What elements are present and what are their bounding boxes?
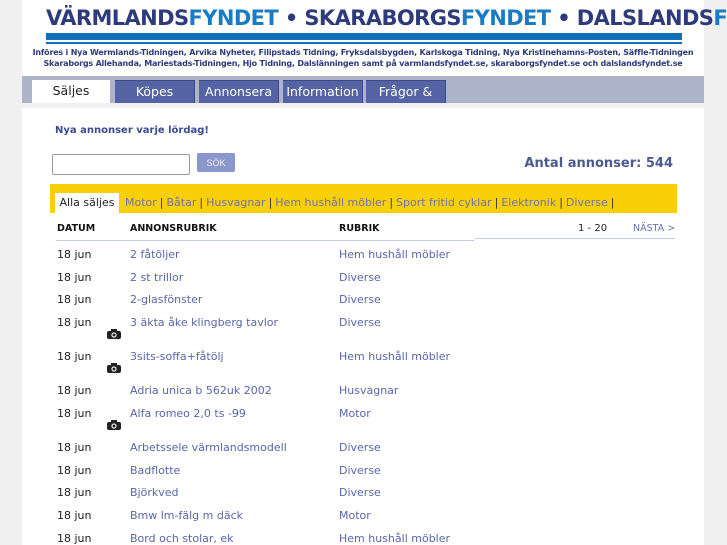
- row-date: 18 jun: [57, 293, 92, 307]
- ad-count: Antal annonser: 544: [524, 156, 673, 171]
- row-category-link[interactable]: Diverse: [339, 464, 381, 477]
- tab-kopes[interactable]: Köpes: [115, 80, 195, 103]
- row-category-link[interactable]: Diverse: [339, 441, 381, 454]
- header-datum: DATUM: [57, 223, 96, 234]
- logo-bar: [46, 33, 682, 40]
- separator: |: [494, 196, 499, 209]
- logo[interactable]: VÄRMLANDSFYNDET • SKARABORGSFYNDET • DAL…: [46, 6, 727, 30]
- camera-icon: [107, 363, 121, 374]
- row-title-link[interactable]: 2-glasfönster: [130, 293, 202, 306]
- divider: [56, 240, 474, 241]
- row-title-link[interactable]: Badflotte: [130, 464, 180, 477]
- next-page-link[interactable]: NÄSTA >: [633, 223, 675, 234]
- row-category-link[interactable]: Husvagnar: [339, 384, 398, 397]
- separator: |: [559, 196, 563, 209]
- tab-saljes[interactable]: Säljes: [32, 80, 110, 103]
- camera-icon: [107, 329, 121, 340]
- row-title-link[interactable]: Adria unica b 562uk 2002: [130, 384, 272, 397]
- row-category-link[interactable]: Hem hushåll möbler: [339, 350, 450, 363]
- category-link[interactable]: Motor: [125, 196, 157, 209]
- row-category-link[interactable]: Hem hushåll möbler: [339, 532, 450, 545]
- separator: |: [159, 196, 164, 209]
- main-tabs: Säljes Köpes Annonsera Information Frågo…: [22, 76, 704, 121]
- page: VÄRMLANDSFYNDET • SKARABORGSFYNDET • DAL…: [22, 0, 727, 545]
- publications-line-1: Införes i Nya Wermlands-Tidningen, Arvik…: [32, 48, 694, 57]
- separator: |: [268, 196, 273, 209]
- row-date: 18 jun: [57, 384, 92, 398]
- row-date: 18 jun: [57, 316, 92, 330]
- row-date: 18 jun: [57, 270, 92, 284]
- row-title-link[interactable]: 2 fåtöljer: [130, 248, 180, 261]
- row-date: 18 jun: [57, 463, 92, 477]
- category-link[interactable]: Elektronik: [501, 196, 556, 209]
- header-annonsrubrik: ANNONSRUBRIK: [130, 223, 217, 234]
- row-title-link[interactable]: Björkved: [130, 486, 179, 499]
- row-category-link[interactable]: Motor: [339, 407, 371, 420]
- row-category-link[interactable]: Diverse: [339, 271, 381, 284]
- category-all[interactable]: Alla säljes: [55, 193, 119, 213]
- row-title-link[interactable]: Bord och stolar, ek: [130, 532, 234, 545]
- divider: [475, 238, 675, 239]
- category-link[interactable]: Sport fritid cyklar: [396, 196, 492, 209]
- tab-information[interactable]: Information: [283, 80, 363, 103]
- divider: [22, 103, 704, 108]
- category-link[interactable]: Hem hushåll möbler: [275, 196, 386, 209]
- separator: |: [199, 196, 204, 209]
- logo-bar-thin: [46, 42, 682, 44]
- category-link[interactable]: Diverse: [566, 196, 608, 209]
- row-title-link[interactable]: 2 st trillor: [130, 271, 183, 284]
- notice: Nya annonser varje lördag!: [55, 125, 209, 136]
- row-date: 18 jun: [57, 248, 92, 261]
- search-button[interactable]: SÖK: [197, 153, 235, 172]
- separator: |: [389, 196, 394, 209]
- row-category-link[interactable]: Diverse: [339, 293, 381, 306]
- publications-line-2: Skaraborgs Allehanda, Mariestads-Tidning…: [43, 59, 683, 68]
- row-title-link[interactable]: 3 äkta åke klingberg tavlor: [130, 316, 278, 329]
- row-date: 18 jun: [57, 440, 92, 454]
- header-rubrik: RUBRIK: [339, 223, 380, 234]
- row-title-link[interactable]: Alfa romeo 2,0 ts -99: [130, 407, 246, 420]
- row-date: 18 jun: [57, 350, 92, 364]
- camera-icon: [107, 419, 121, 430]
- page-range: 1 - 20: [578, 223, 608, 234]
- separator: |: [610, 196, 615, 209]
- category-bar: Alla säljes Motor | Båtar | Husvagnar | Hem hu…: [50, 184, 677, 213]
- category-links: Motor | Båtar | Husvagnar | Hem hushåll möbler…: [125, 196, 617, 209]
- category-link[interactable]: Båtar: [167, 196, 197, 209]
- row-title-link[interactable]: Bmw lm-fälg m däck: [130, 509, 243, 522]
- row-date: 18 jun: [57, 508, 92, 522]
- row-category-link[interactable]: Diverse: [339, 316, 381, 329]
- row-title-link[interactable]: 3sits-soffa+fåtölj: [130, 350, 224, 363]
- search-input[interactable]: [52, 154, 190, 175]
- tab-fragor-svar[interactable]: Frågor & svar: [366, 80, 446, 121]
- row-category-link[interactable]: Diverse: [339, 486, 381, 499]
- row-category-link[interactable]: Motor: [339, 509, 371, 522]
- row-title-link[interactable]: Arbetssele värmlandsmodell: [130, 441, 287, 454]
- row-date: 18 jun: [57, 486, 92, 500]
- tab-annonsera[interactable]: Annonsera: [199, 80, 279, 103]
- row-date: 18 jun: [57, 531, 92, 545]
- category-link[interactable]: Husvagnar: [206, 196, 265, 209]
- row-date: 18 jun: [57, 406, 92, 420]
- row-category-link[interactable]: Hem hushåll möbler: [339, 248, 450, 261]
